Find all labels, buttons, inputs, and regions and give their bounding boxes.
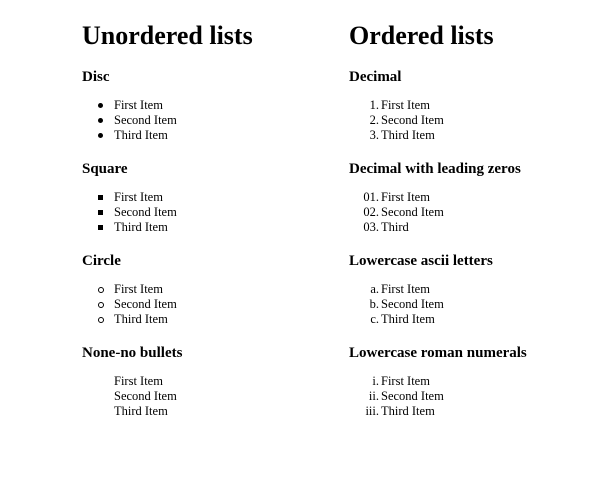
- list-marker: 01.: [363, 190, 379, 204]
- list-item: b. Second Item: [369, 297, 444, 311]
- list-item: First Item: [82, 190, 177, 205]
- list-item: 2. Second Item: [369, 113, 444, 127]
- section-decimal: Decimal 1. First Item 2. Second Item 3. Thi…: [349, 68, 589, 142]
- list-item: Second Item: [82, 205, 177, 220]
- list-item: Second Item: [82, 297, 177, 312]
- section-disc: Disc First Item Second Item Third Item: [82, 68, 332, 142]
- square-bullet-icon: [98, 225, 103, 230]
- list-item: Third Item: [82, 220, 177, 235]
- section-lower-roman: Lowercase roman numerals i. First Item ii…: [349, 344, 589, 418]
- section-title: None-no bullets: [82, 345, 183, 361]
- list-marker: i.: [372, 374, 379, 388]
- list-item: Third Item: [82, 128, 177, 143]
- list-marker: ii.: [368, 389, 379, 403]
- list-marker: a.: [370, 282, 379, 296]
- disc-list: First Item Second Item Third Item: [82, 98, 177, 143]
- decimal-list: 1. First Item 2. Second Item 3. Third Item: [349, 98, 444, 143]
- section-decimal-leading-zero: Decimal with leading zeros 01. First Item…: [349, 160, 589, 234]
- list-item: Third Item: [114, 404, 168, 418]
- list-item: 03. Third: [363, 220, 409, 234]
- circle-bullet-icon: [98, 286, 104, 293]
- list-item: 01. First Item: [363, 190, 430, 204]
- list-item: 02. Second Item: [363, 205, 444, 219]
- unordered-lists-heading: Unordered lists: [82, 21, 253, 50]
- list-item: 3. Third Item: [369, 128, 435, 142]
- list-marker: 03.: [363, 220, 379, 234]
- circle-list: First Item Second Item Third Item: [82, 282, 177, 327]
- section-title: Lowercase roman numerals: [349, 345, 527, 361]
- disc-bullet-icon: [98, 118, 103, 123]
- section-title: Lowercase ascii letters: [349, 253, 493, 269]
- list-item: i. First Item: [372, 374, 430, 388]
- list-item: Third Item: [82, 312, 177, 327]
- list-marker: 1.: [369, 98, 379, 112]
- list-item: Second Item: [82, 113, 177, 128]
- section-title: Decimal: [349, 69, 402, 85]
- section-title: Decimal with leading zeros: [349, 161, 521, 177]
- decimal-leading-zero-list: 01. First Item 02. Second Item 03. Third: [349, 190, 444, 235]
- list-item: iii. Third Item: [365, 404, 435, 418]
- section-title: Disc: [82, 69, 110, 85]
- lower-alpha-list: a. First Item b. Second Item c. Third Item: [349, 282, 444, 327]
- list-item: First Item: [114, 374, 163, 388]
- section-title: Square: [82, 161, 128, 177]
- section-lower-alpha: Lowercase ascii letters a. First Item b. S…: [349, 252, 589, 326]
- list-marker: 2.: [369, 113, 379, 127]
- list-marker: b.: [369, 297, 379, 311]
- section-none: None-no bullets First Item Second Item T…: [82, 344, 332, 418]
- circle-bullet-icon: [98, 301, 104, 308]
- list-marker: iii.: [365, 404, 379, 418]
- circle-bullet-icon: [98, 316, 104, 323]
- list-item: c. Third Item: [370, 312, 435, 326]
- square-list: First Item Second Item Third Item: [82, 190, 177, 235]
- no-bullet-list: First Item Second Item Third Item: [82, 374, 177, 419]
- list-marker: 3.: [369, 128, 379, 142]
- lower-roman-list: i. First Item ii. Second Item iii. Third It…: [349, 374, 444, 419]
- list-item: First Item: [82, 98, 177, 113]
- disc-bullet-icon: [98, 133, 103, 138]
- list-item: ii. Second Item: [368, 389, 444, 403]
- square-bullet-icon: [98, 195, 103, 200]
- list-marker: c.: [370, 312, 379, 326]
- list-marker: 02.: [363, 205, 379, 219]
- list-item: First Item: [82, 282, 177, 297]
- section-square: Square First Item Second Item Third Item: [82, 160, 332, 234]
- list-item: a. First Item: [370, 282, 430, 296]
- section-circle: Circle First Item Second Item Third Item: [82, 252, 332, 326]
- square-bullet-icon: [98, 210, 103, 215]
- list-item: 1. First Item: [369, 98, 430, 112]
- disc-bullet-icon: [98, 103, 103, 108]
- ordered-lists-heading: Ordered lists: [349, 21, 494, 50]
- list-item: Second Item: [114, 389, 177, 403]
- section-title: Circle: [82, 253, 121, 269]
